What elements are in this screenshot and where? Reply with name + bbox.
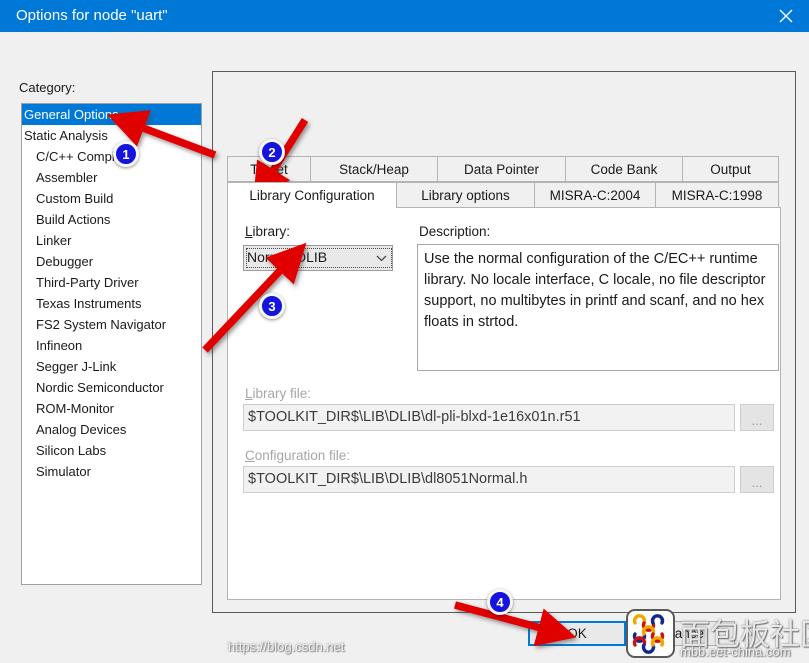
sidebar-item-static-analysis[interactable]: Static Analysis <box>22 125 201 146</box>
library-file-browse-button[interactable]: ... <box>740 404 774 431</box>
tab-stack-heap[interactable]: Stack/Heap <box>310 156 438 182</box>
sidebar-item-general-options[interactable]: General Options <box>22 104 201 125</box>
configuration-file-browse-button[interactable]: ... <box>740 466 774 493</box>
tab-code-bank[interactable]: Code Bank <box>565 156 683 182</box>
sidebar-item-debugger[interactable]: Debugger <box>22 251 201 272</box>
sidebar-item-fs2-system-navigator[interactable]: FS2 System Navigator <box>22 314 201 335</box>
annotation-badge-1: 1 <box>113 141 139 167</box>
sidebar-item-linker[interactable]: Linker <box>22 230 201 251</box>
sidebar-item-texas-instruments[interactable]: Texas Instruments <box>22 293 201 314</box>
sidebar-item-assembler[interactable]: Assembler <box>22 167 201 188</box>
library-file-value: $TOOLKIT_DIR$\LIB\DLIB\dl-pli-blxd-1e16x… <box>248 409 581 425</box>
sidebar-item-infineon[interactable]: Infineon <box>22 335 201 356</box>
configuration-file-label: Configuration file: <box>245 448 351 463</box>
tab-row-lower: Library Configuration Library options MI… <box>227 182 781 208</box>
annotation-badge-4: 4 <box>487 589 513 615</box>
sidebar-item-analog-devices[interactable]: Analog Devices <box>22 419 201 440</box>
sidebar-item-c-c-compiler[interactable]: C/C++ Compiler <box>22 146 201 167</box>
watermark-url: mbb.eet-china.com <box>680 644 791 659</box>
window-title: Options for node "uart" <box>16 7 168 24</box>
sidebar-item-nordic-semiconductor[interactable]: Nordic Semiconductor <box>22 377 201 398</box>
close-icon[interactable] <box>763 0 809 32</box>
sidebar-item-silicon-labs[interactable]: Silicon Labs <box>22 440 201 461</box>
tab-misra-c-1998[interactable]: MISRA-C:1998 <box>655 182 779 208</box>
tab-row-upper: Target Stack/Heap Data Pointer Code Bank… <box>227 156 781 182</box>
description-text: Use the normal configuration of the C/EC… <box>424 251 766 330</box>
ok-button[interactable]: OK <box>528 621 626 646</box>
annotation-badge-3: 3 <box>259 293 285 319</box>
tab-output[interactable]: Output <box>682 156 779 182</box>
sidebar-item-custom-build[interactable]: Custom Build <box>22 188 201 209</box>
sidebar-item-build-actions[interactable]: Build Actions <box>22 209 201 230</box>
library-file-label: Library file: <box>245 386 312 401</box>
tab-library-configuration[interactable]: Library Configuration <box>227 182 397 208</box>
library-label: Library: <box>245 224 291 239</box>
annotation-badge-2: 2 <box>259 139 285 165</box>
library-select-value: Normal DLIB <box>247 249 328 265</box>
tab-strip: Target Stack/Heap Data Pointer Code Bank… <box>227 156 781 208</box>
tab-misra-c-2004[interactable]: MISRA-C:2004 <box>534 182 656 208</box>
configuration-file-value: $TOOLKIT_DIR$\LIB\DLIB\dl8051Normal.h <box>248 471 528 487</box>
chevron-down-icon[interactable] <box>371 246 392 269</box>
sidebar-item-third-party-driver[interactable]: Third-Party Driver <box>22 272 201 293</box>
library-label-rest: ibrary: <box>252 224 291 239</box>
library-file-label-rest: ibrary file: <box>252 386 312 401</box>
watermark-secondary-url: https://blog.csdn.net <box>228 639 345 654</box>
configuration-file-label-rest: onfiguration file: <box>254 448 351 463</box>
sidebar-item-rom-monitor[interactable]: ROM-Monitor <box>22 398 201 419</box>
description-label: Description: <box>419 224 491 239</box>
cancel-button[interactable]: Cancel <box>637 621 735 646</box>
category-label: Category: <box>19 80 76 95</box>
window-title-bar: Options for node "uart" <box>0 0 809 32</box>
tab-data-pointer[interactable]: Data Pointer <box>437 156 566 182</box>
sidebar-item-segger-j-link[interactable]: Segger J-Link <box>22 356 201 377</box>
category-list[interactable]: General Options Static Analysis C/C++ Comp… <box>21 103 202 585</box>
tab-library-options[interactable]: Library options <box>396 182 535 208</box>
sidebar-item-simulator[interactable]: Simulator <box>22 461 201 482</box>
